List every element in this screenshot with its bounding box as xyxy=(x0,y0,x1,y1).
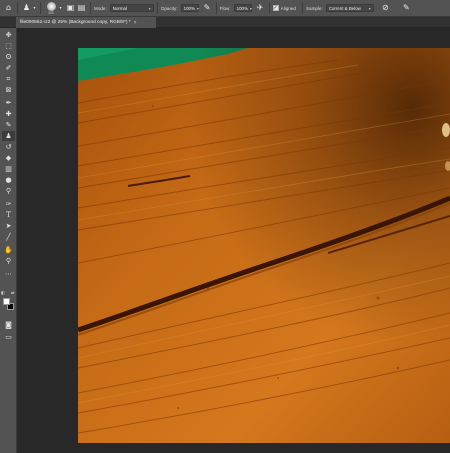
brush-size-value: 200 xyxy=(48,10,54,15)
chevron-down-icon: ▾ xyxy=(368,5,371,11)
path-select-icon[interactable]: ➤ xyxy=(2,221,15,231)
brush-tip-icon xyxy=(46,1,56,11)
brush-preset-picker[interactable]: 200 xyxy=(44,1,58,16)
chevron-down-icon: ▾ xyxy=(148,5,151,11)
airbrush-icon[interactable]: ✈ xyxy=(255,2,266,15)
gradient-icon[interactable]: ▥ xyxy=(2,164,15,174)
chevron-down-icon[interactable]: ▾ xyxy=(58,2,63,15)
chevron-down-icon: ▾ xyxy=(249,5,252,11)
pressure-opacity-icon[interactable]: ✎ xyxy=(202,2,213,15)
healing-brush-icon[interactable]: ✚ xyxy=(2,109,15,119)
opacity-value: 100% xyxy=(183,5,195,11)
line-icon[interactable]: ╱ xyxy=(2,232,15,242)
canvas-area[interactable] xyxy=(17,28,450,453)
history-brush-icon[interactable]: ↺ xyxy=(2,142,15,152)
pressure-size-icon[interactable]: ✎ xyxy=(401,2,412,15)
blur-icon[interactable]: ● xyxy=(2,175,15,185)
tools-panel: ✥ ⬚ ʘ ✐ ⌗ ⊠ ✒ ✚ ✎ ♟ ↺ ◆ ▥ ● ⚲ ✑ T ➤ ╱ ✋ … xyxy=(0,28,17,453)
document-image[interactable] xyxy=(78,48,450,443)
separator xyxy=(268,2,270,14)
aligned-label: Aligned xyxy=(280,5,296,11)
screen-mode-icon[interactable]: ▭ xyxy=(2,332,15,342)
mode-label: Mode: xyxy=(94,5,107,11)
separator xyxy=(215,2,217,14)
dodge-icon[interactable]: ⚲ xyxy=(2,186,15,196)
sample-dropdown[interactable]: Current & Below ▾ xyxy=(325,4,374,12)
separator xyxy=(17,2,18,14)
move-icon[interactable]: ✥ xyxy=(2,30,15,40)
mode-dropdown[interactable]: Normal ▾ xyxy=(109,4,154,12)
opacity-field[interactable]: 100% ▾ xyxy=(180,4,199,12)
flow-label: Flow: xyxy=(219,5,231,11)
default-colors-icon[interactable]: ◧ xyxy=(1,290,5,295)
pen-icon[interactable]: ✑ xyxy=(2,199,15,209)
aligned-checkbox[interactable]: ✓ xyxy=(272,5,279,11)
chevron-down-icon[interactable]: ▾ xyxy=(32,2,37,15)
document-tab[interactable]: file000562.cr2 @ 25% (Background copy, R… xyxy=(16,17,156,28)
more-tools-icon[interactable]: ⋯ xyxy=(2,269,15,279)
clone-source-panel-icon[interactable]: ▤ xyxy=(76,2,87,15)
document-tab-title: file000562.cr2 @ 25% (Background copy, R… xyxy=(20,20,131,25)
zoom-icon[interactable]: ⚲ xyxy=(2,256,15,266)
separator xyxy=(301,2,303,14)
lasso-icon[interactable]: ʘ xyxy=(2,52,15,62)
swap-colors-icon[interactable]: ⇄ xyxy=(11,290,14,295)
marquee-icon[interactable]: ⬚ xyxy=(2,41,15,51)
quick-mask-icon[interactable]: ◙ xyxy=(2,320,15,330)
eyedropper-icon[interactable]: ✒ xyxy=(2,98,15,108)
type-icon[interactable]: T xyxy=(2,210,15,220)
quick-select-icon[interactable]: ✐ xyxy=(2,63,15,73)
foreground-color-swatch[interactable] xyxy=(3,298,10,305)
flow-value: 100% xyxy=(236,5,248,11)
separator xyxy=(156,2,158,14)
close-icon[interactable]: × xyxy=(134,20,137,26)
opacity-label: Opacity: xyxy=(160,5,178,11)
clone-stamp-icon[interactable]: ♟ xyxy=(2,131,15,141)
document-tab-bar: file000562.cr2 @ 25% (Background copy, R… xyxy=(0,17,450,28)
mode-value: Normal xyxy=(112,5,127,11)
options-bar: ⌂ ♟ ▾ 200 ▾ ▣ ▤ Mode: Normal ▾ Opacity: … xyxy=(0,0,450,17)
brush-settings-panel-icon[interactable]: ▣ xyxy=(65,2,76,15)
wood-photo xyxy=(78,48,450,443)
separator xyxy=(90,2,91,14)
ignore-adjustment-layers-icon[interactable]: ⊘ xyxy=(380,2,391,15)
home-icon[interactable]: ⌂ xyxy=(3,2,14,15)
frame-icon[interactable]: ⊠ xyxy=(2,85,15,95)
sample-label: Sample: xyxy=(305,5,323,11)
separator xyxy=(40,2,41,14)
crop-icon[interactable]: ⌗ xyxy=(2,74,15,84)
chevron-down-icon: ▾ xyxy=(196,5,199,11)
flow-field[interactable]: 100% ▾ xyxy=(233,4,252,12)
eraser-icon[interactable]: ◆ xyxy=(2,153,15,163)
brush-icon[interactable]: ✎ xyxy=(2,120,15,130)
clone-stamp-icon[interactable]: ♟ xyxy=(21,2,32,15)
sample-value: Current & Below xyxy=(328,5,361,11)
hand-icon[interactable]: ✋ xyxy=(2,245,15,255)
